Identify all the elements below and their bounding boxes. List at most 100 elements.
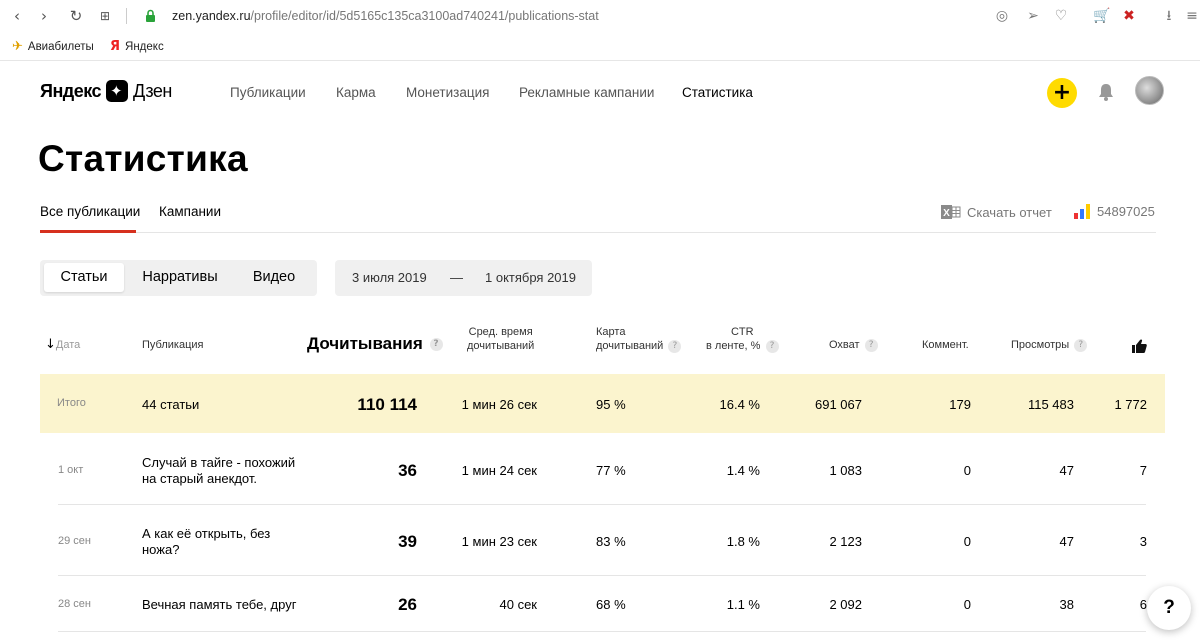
nav-statistics[interactable]: Статистика xyxy=(682,85,753,100)
metrika-counter[interactable]: 54897025 xyxy=(1074,204,1155,219)
download-report-button[interactable]: X Скачать отчет xyxy=(941,204,1052,220)
address-bar[interactable]: zen.yandex.ru/profile/editor/id/5d5165c1… xyxy=(172,9,599,23)
download-icon[interactable]: ⭳ xyxy=(1160,7,1178,25)
row-ctr: 1.8 % xyxy=(726,534,760,549)
row-views: 38 xyxy=(1059,597,1074,612)
bookmarks-bar: ✈ Авиабилеты Я Яндекс xyxy=(0,33,1200,61)
forward-icon[interactable]: › xyxy=(35,7,53,25)
row-comments: 0 xyxy=(963,534,971,549)
menu-icon[interactable]: ≡ xyxy=(1183,7,1200,25)
metrika-counter-id: 54897025 xyxy=(1097,204,1155,219)
segment-narratives[interactable]: Нарративы xyxy=(130,263,230,292)
logo[interactable]: Яндекс Дзен xyxy=(40,80,172,102)
help-icon[interactable]: ? xyxy=(429,338,443,352)
row-reach: 2 123 xyxy=(829,534,862,549)
total-reads: 110 114 xyxy=(357,395,417,414)
row-views: 47 xyxy=(1059,463,1074,478)
column-header-ctr-line1: CTR xyxy=(730,326,754,338)
help-icon[interactable]: ? xyxy=(668,339,682,353)
total-label: Итого xyxy=(57,397,86,409)
row-reach: 2 092 xyxy=(829,597,862,612)
avatar[interactable] xyxy=(1135,76,1164,105)
row-divider xyxy=(58,631,1146,632)
nav-ad-campaigns[interactable]: Рекламные кампании xyxy=(519,85,654,100)
publication-title-link[interactable]: А как её открыть, без ножа? xyxy=(142,526,292,558)
column-header-read-map-line2: дочитываний xyxy=(596,340,664,352)
cart-icon[interactable]: 🛒 xyxy=(1093,7,1111,25)
help-button[interactable]: ? xyxy=(1147,586,1191,630)
column-header-avg-time[interactable]: Сред. время дочитываний xyxy=(467,325,534,353)
bookmark-aviabilety[interactable]: ✈ Авиабилеты xyxy=(12,39,94,54)
active-tab-underline xyxy=(40,230,136,233)
column-header-views[interactable]: Просмотры ? xyxy=(1011,338,1088,352)
row-avg-time: 40 сек xyxy=(499,597,538,612)
nav-publications[interactable]: Публикации xyxy=(230,85,306,100)
extension-icon[interactable]: ✖ xyxy=(1120,7,1138,25)
total-avg-time: 1 мин 26 сек xyxy=(461,397,537,412)
tab-all-publications[interactable]: Все публикации xyxy=(40,204,140,219)
row-comments: 0 xyxy=(963,597,971,612)
svg-text:X: X xyxy=(943,208,950,219)
excel-icon: X xyxy=(941,205,961,219)
metrika-icon xyxy=(1074,204,1090,219)
publication-title-link[interactable]: Случай в тайге - похожий на старый анекд… xyxy=(142,455,312,487)
total-ctr: 16.4 % xyxy=(719,397,760,412)
column-header-ctr[interactable]: CTR в ленте, % ? xyxy=(706,325,779,353)
heart-icon[interactable]: ♡ xyxy=(1052,7,1070,25)
column-header-date[interactable]: ↓Дата xyxy=(45,338,80,352)
column-header-reach[interactable]: Охват ? xyxy=(829,338,878,352)
row-comments: 0 xyxy=(963,463,971,478)
row-reads: 36 xyxy=(398,461,417,480)
plane-icon: ✈ xyxy=(12,39,23,54)
column-header-avg-time-line1: Сред. время xyxy=(468,326,533,338)
total-read-map: 95 % xyxy=(596,397,626,412)
column-header-avg-time-line2: дочитываний xyxy=(467,340,535,352)
camera-icon[interactable]: ◎ xyxy=(993,7,1011,25)
logo-product: Дзен xyxy=(133,80,172,101)
row-divider xyxy=(58,504,1146,505)
segment-articles[interactable]: Статьи xyxy=(44,263,124,292)
help-icon[interactable]: ? xyxy=(1074,338,1088,352)
download-label: Скачать отчет xyxy=(967,204,1052,220)
publication-title-link[interactable]: Вечная память тебе, друг xyxy=(142,597,342,613)
total-reach: 691 067 xyxy=(815,397,862,412)
page-title: Статистика xyxy=(38,138,248,179)
row-likes: 3 xyxy=(1139,534,1147,549)
zen-star-icon xyxy=(106,80,129,102)
url-divider xyxy=(126,8,127,24)
date-from: 3 июля 2019 xyxy=(352,270,427,285)
column-header-reads[interactable]: Дочитывания ? xyxy=(307,334,443,353)
total-comments: 179 xyxy=(949,397,971,412)
help-icon[interactable]: ? xyxy=(765,339,779,353)
back-icon[interactable]: ‹ xyxy=(8,7,26,25)
column-header-comments[interactable]: Коммент. xyxy=(922,338,969,352)
row-divider xyxy=(58,575,1146,576)
row-avg-time: 1 мин 23 сек xyxy=(461,534,537,549)
segment-video[interactable]: Видео xyxy=(236,263,312,292)
total-views: 115 483 xyxy=(1027,397,1074,412)
nav-karma[interactable]: Карма xyxy=(336,85,376,100)
nav-monetization[interactable]: Монетизация xyxy=(406,85,489,100)
tab-campaigns[interactable]: Кампании xyxy=(159,204,221,219)
column-header-date-label: Дата xyxy=(55,339,81,351)
row-date: 28 сен xyxy=(58,598,91,610)
column-header-read-map[interactable]: Карта дочитываний ? xyxy=(596,325,682,353)
date-range-picker[interactable]: 3 июля 2019 — 1 октября 2019 xyxy=(335,260,592,296)
help-icon[interactable]: ? xyxy=(864,338,878,352)
row-ctr: 1.4 % xyxy=(726,463,760,478)
tabs-grid-icon[interactable]: ⊞ xyxy=(96,7,114,25)
column-header-views-label: Просмотры xyxy=(1011,339,1070,351)
sort-arrow-icon: ↓ xyxy=(45,337,56,352)
bookmark-label: Яндекс xyxy=(125,40,164,53)
send-icon[interactable]: ➢ xyxy=(1024,7,1042,25)
row-read-map: 68 % xyxy=(596,597,626,612)
row-ctr: 1.1 % xyxy=(726,597,760,612)
bell-icon[interactable] xyxy=(1097,82,1115,102)
column-header-reads-label: Дочитывания xyxy=(307,334,423,353)
bookmark-yandex[interactable]: Я Яндекс xyxy=(110,39,164,54)
reload-icon[interactable]: ↻ xyxy=(67,7,85,25)
column-header-read-map-line1: Карта xyxy=(596,326,626,338)
create-button[interactable]: + xyxy=(1047,78,1077,108)
row-reads: 39 xyxy=(398,532,417,551)
thumbs-up-icon[interactable] xyxy=(1132,339,1147,353)
